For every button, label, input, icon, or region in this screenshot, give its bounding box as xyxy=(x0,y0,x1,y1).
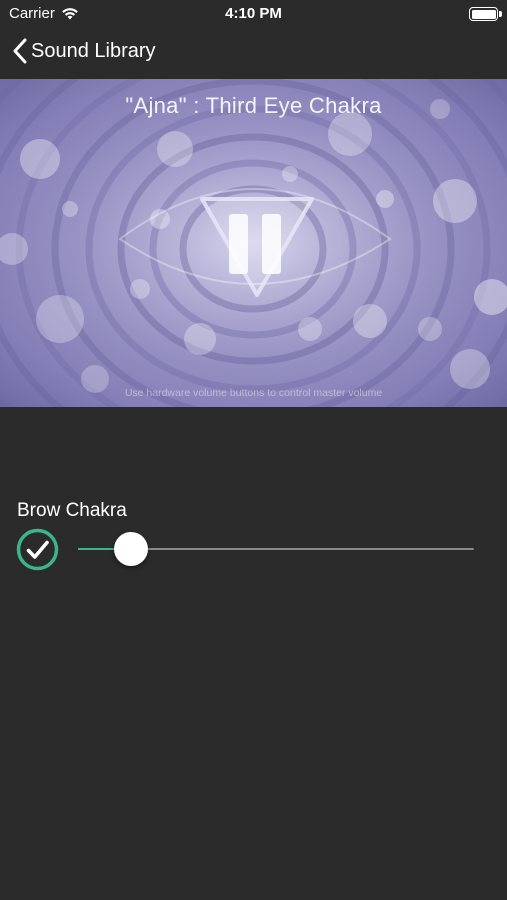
track-title: "Ajna" : Third Eye Chakra xyxy=(125,93,382,118)
status-time: 4:10 PM xyxy=(225,5,282,22)
status-bar: Carrier 4:10 PM xyxy=(0,0,507,28)
channel-toggle-checkbox[interactable] xyxy=(16,528,59,571)
pause-icon xyxy=(200,197,314,297)
slider-thumb[interactable] xyxy=(114,532,149,566)
back-button[interactable]: Sound Library xyxy=(13,38,156,64)
player-artwork: "Ajna" : Third Eye Chakra Use hardware v… xyxy=(0,79,507,407)
battery-icon xyxy=(469,7,502,21)
volume-hint: Use hardware volume buttons to control m… xyxy=(124,387,383,399)
volume-slider[interactable] xyxy=(78,530,474,568)
navigation-bar: Sound Library xyxy=(0,28,507,78)
back-label: Sound Library xyxy=(31,39,156,62)
channel-label: Brow Chakra xyxy=(17,500,127,521)
pause-button[interactable] xyxy=(196,191,318,303)
checkmark-icon xyxy=(26,540,49,559)
chevron-left-icon xyxy=(13,38,27,64)
